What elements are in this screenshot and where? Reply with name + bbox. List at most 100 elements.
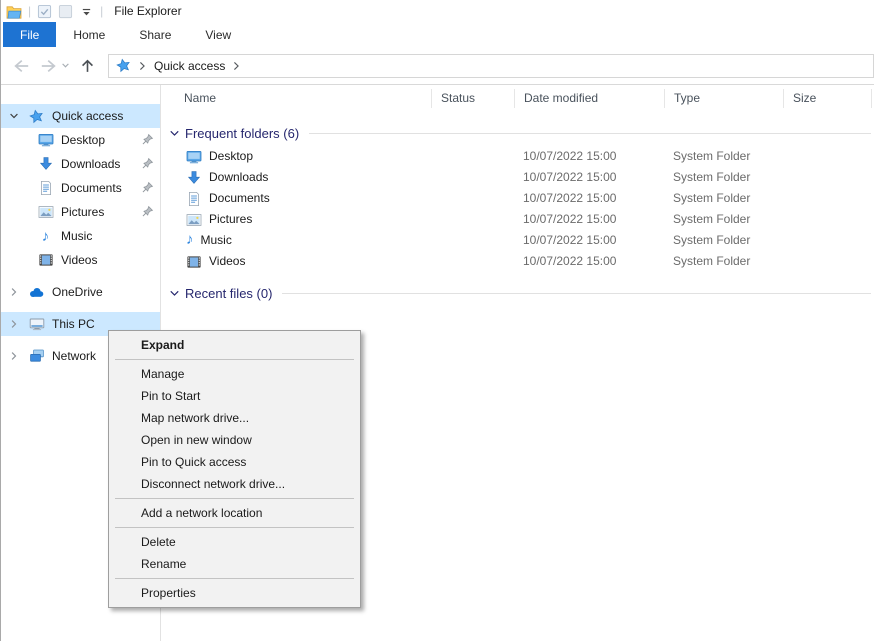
name-cell: Pictures bbox=[161, 209, 431, 230]
breadcrumb-chevron-icon[interactable] bbox=[139, 61, 146, 71]
menu-item-add-a-network-location[interactable]: Add a network location bbox=[109, 502, 360, 524]
qat-new-folder-button[interactable] bbox=[56, 3, 74, 20]
sidebar-item-desktop[interactable]: Desktop bbox=[1, 128, 160, 152]
pictures-icon bbox=[36, 204, 55, 220]
menu-item-disconnect-network-drive[interactable]: Disconnect network drive... bbox=[109, 473, 360, 495]
menu-item-pin-to-quick-access[interactable]: Pin to Quick access bbox=[109, 451, 360, 473]
file-groups: Frequent folders (6)Desktop10/07/2022 15… bbox=[161, 112, 874, 306]
type-cell: System Folder bbox=[664, 230, 783, 251]
column-header-name[interactable]: Name bbox=[161, 89, 431, 108]
desktop-icon bbox=[186, 149, 202, 165]
name-cell: ♪Music bbox=[161, 230, 431, 251]
tab-home[interactable]: Home bbox=[56, 22, 122, 47]
menu-item-properties[interactable]: Properties bbox=[109, 582, 360, 604]
qat-properties-button[interactable] bbox=[35, 3, 53, 20]
forward-button[interactable] bbox=[41, 58, 59, 74]
file-explorer-logo-icon bbox=[5, 3, 23, 20]
tab-file[interactable]: File bbox=[3, 22, 56, 47]
menu-separator bbox=[115, 359, 354, 360]
recent-locations-dropdown-icon[interactable] bbox=[61, 61, 70, 70]
chevron-down-icon[interactable] bbox=[169, 288, 180, 299]
tab-view[interactable]: View bbox=[188, 22, 248, 47]
menu-item-manage[interactable]: Manage bbox=[109, 363, 360, 385]
file-row-music[interactable]: ♪Music 10/07/2022 15:00System Folder bbox=[161, 230, 874, 251]
status-cell bbox=[431, 167, 514, 188]
chevron-right-icon[interactable] bbox=[9, 351, 22, 361]
menu-item-open-in-new-window[interactable]: Open in new window bbox=[109, 429, 360, 451]
menu-item-delete[interactable]: Delete bbox=[109, 531, 360, 553]
chevron-right-icon[interactable] bbox=[9, 287, 22, 297]
file-row-videos[interactable]: Videos10/07/2022 15:00System Folder bbox=[161, 251, 874, 272]
window-title: File Explorer bbox=[114, 4, 181, 18]
music-icon: ♪ bbox=[36, 229, 55, 244]
sidebar-item-quick-access[interactable]: Quick access bbox=[1, 104, 160, 128]
menu-item-map-network-drive[interactable]: Map network drive... bbox=[109, 407, 360, 429]
date-modified-cell: 10/07/2022 15:00 bbox=[514, 188, 664, 209]
date-modified-cell: 10/07/2022 15:00 bbox=[514, 167, 664, 188]
type-cell: System Folder bbox=[664, 167, 783, 188]
sidebar-item-label: Documents bbox=[61, 181, 122, 195]
column-header-size[interactable]: Size bbox=[783, 89, 872, 108]
file-row-pictures[interactable]: Pictures10/07/2022 15:00System Folder bbox=[161, 209, 874, 230]
sidebar-item-label: Downloads bbox=[61, 157, 120, 171]
file-name: Music bbox=[201, 230, 232, 251]
pin-icon bbox=[141, 133, 154, 146]
menu-item-expand[interactable]: Expand bbox=[109, 334, 360, 356]
date-modified-cell: 10/07/2022 15:00 bbox=[514, 230, 664, 251]
network-icon bbox=[27, 348, 46, 364]
back-button[interactable] bbox=[11, 58, 29, 74]
sidebar-item-label: OneDrive bbox=[52, 285, 103, 299]
chevron-down-icon[interactable] bbox=[9, 111, 22, 121]
size-cell bbox=[783, 230, 872, 251]
pin-icon bbox=[141, 205, 154, 218]
sidebar-item-downloads[interactable]: Downloads bbox=[1, 152, 160, 176]
sidebar-item-documents[interactable]: Documents bbox=[1, 176, 160, 200]
sidebar-item-label: Music bbox=[61, 229, 92, 243]
file-row-desktop[interactable]: Desktop10/07/2022 15:00System Folder bbox=[161, 146, 874, 167]
status-cell bbox=[431, 209, 514, 230]
menu-item-rename[interactable]: Rename bbox=[109, 553, 360, 575]
group-header-frequent-folders-6[interactable]: Frequent folders (6) bbox=[169, 123, 874, 143]
name-cell: Documents bbox=[161, 188, 431, 209]
sidebar-item-music[interactable]: ♪ Music bbox=[1, 224, 160, 248]
status-cell bbox=[431, 251, 514, 272]
sidebar-item-onedrive[interactable]: OneDrive bbox=[1, 280, 160, 304]
type-cell: System Folder bbox=[664, 188, 783, 209]
breadcrumb-chevron-icon[interactable] bbox=[233, 61, 240, 71]
onedrive-icon bbox=[27, 284, 46, 300]
column-header-date-modified[interactable]: Date modified bbox=[514, 89, 664, 108]
group-header-recent-files-0[interactable]: Recent files (0) bbox=[169, 283, 874, 303]
name-cell: Desktop bbox=[161, 146, 431, 167]
date-modified-cell: 10/07/2022 15:00 bbox=[514, 251, 664, 272]
column-header-status[interactable]: Status bbox=[431, 89, 514, 108]
file-explorer-window: | | File Explorer FileHomeShareView Quic… bbox=[0, 0, 874, 641]
size-cell bbox=[783, 167, 872, 188]
breadcrumb-location[interactable]: Quick access bbox=[154, 59, 225, 73]
menu-item-pin-to-start[interactable]: Pin to Start bbox=[109, 385, 360, 407]
file-name: Documents bbox=[209, 188, 270, 209]
menu-separator bbox=[115, 527, 354, 528]
group-label: Recent files (0) bbox=[185, 286, 272, 301]
group-divider-line bbox=[309, 133, 871, 134]
qat-customize-dropdown-button[interactable] bbox=[77, 3, 95, 20]
address-bar[interactable]: Quick access bbox=[108, 54, 874, 78]
type-cell: System Folder bbox=[664, 251, 783, 272]
up-button[interactable] bbox=[79, 58, 96, 74]
size-cell bbox=[783, 146, 872, 167]
titlebar: | | File Explorer bbox=[1, 0, 874, 22]
sidebar-item-label: Pictures bbox=[61, 205, 104, 219]
column-header-type[interactable]: Type bbox=[664, 89, 783, 108]
ribbon-tab-strip: FileHomeShareView bbox=[1, 22, 874, 47]
menu-separator bbox=[115, 578, 354, 579]
file-row-documents[interactable]: Documents 10/07/2022 15:00System Folder bbox=[161, 188, 874, 209]
group-divider-line bbox=[282, 293, 871, 294]
chevron-right-icon[interactable] bbox=[9, 319, 22, 329]
downloads-icon bbox=[36, 156, 55, 172]
sidebar-item-videos[interactable]: Videos bbox=[1, 248, 160, 272]
type-cell: System Folder bbox=[664, 146, 783, 167]
sidebar-item-pictures[interactable]: Pictures bbox=[1, 200, 160, 224]
file-row-downloads[interactable]: Downloads10/07/2022 15:00System Folder bbox=[161, 167, 874, 188]
status-cell bbox=[431, 188, 514, 209]
tab-share[interactable]: Share bbox=[122, 22, 188, 47]
chevron-down-icon[interactable] bbox=[169, 128, 180, 139]
